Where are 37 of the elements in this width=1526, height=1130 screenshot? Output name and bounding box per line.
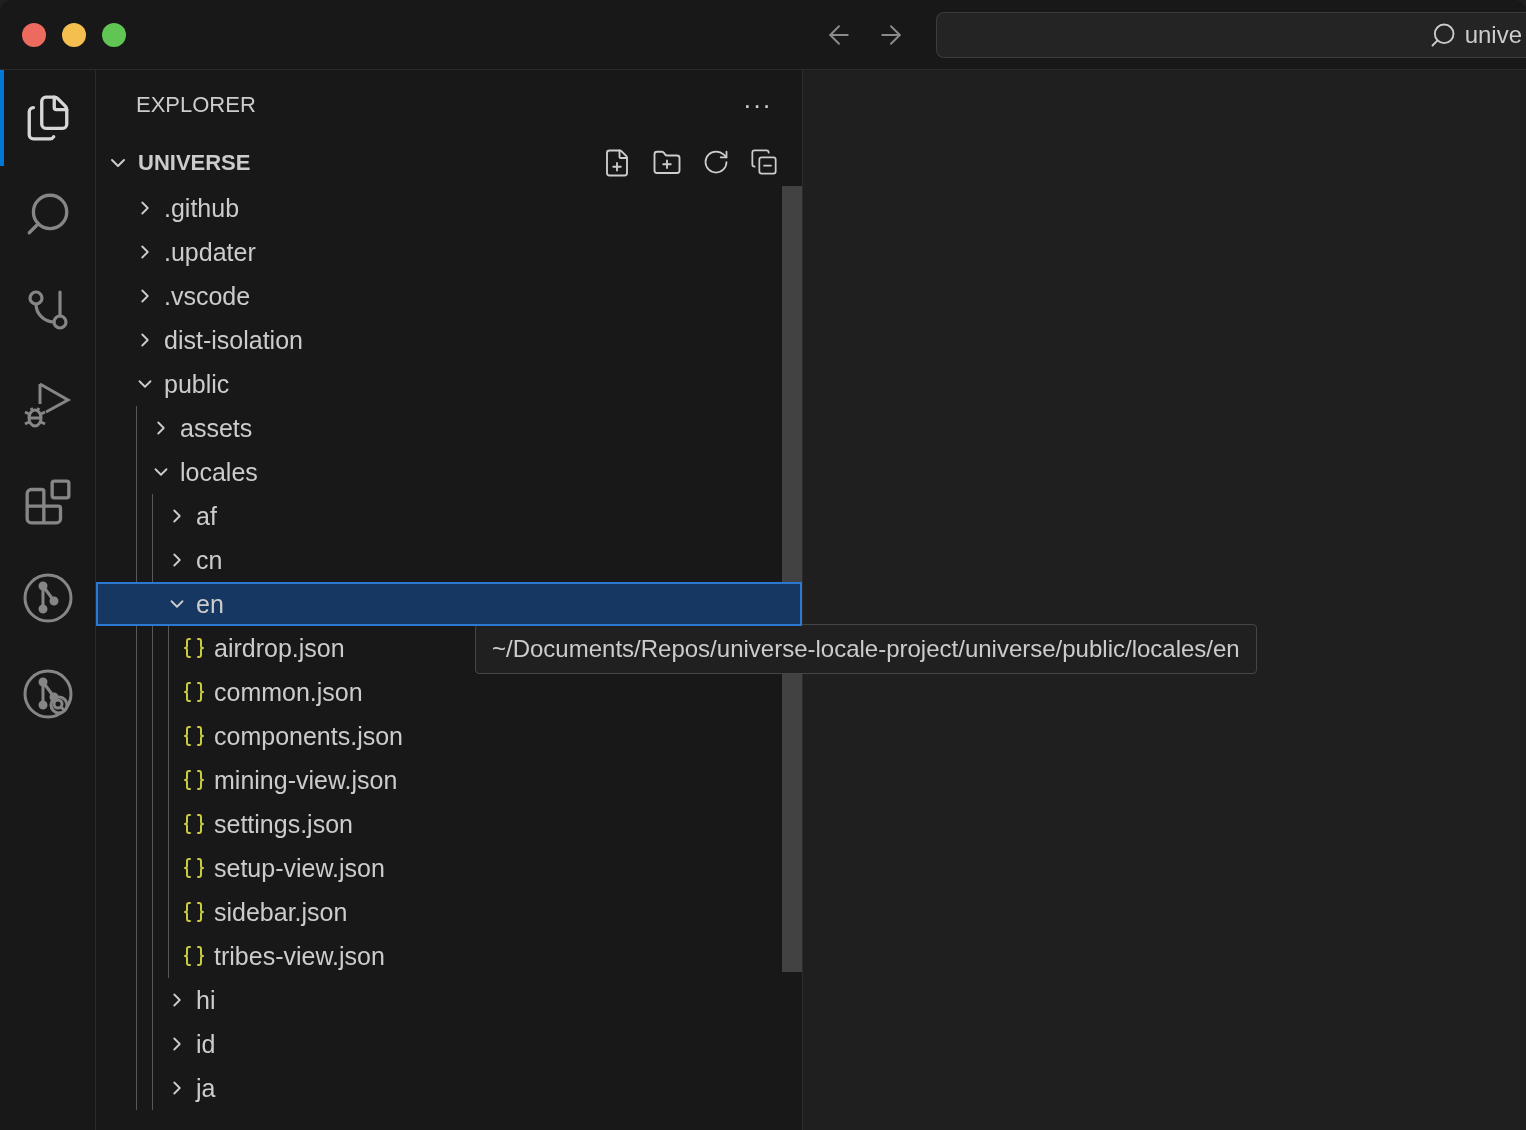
folder-header[interactable]: UNIVERSE bbox=[96, 140, 802, 186]
panel-title: EXPLORER bbox=[136, 92, 256, 118]
tree-item[interactable]: sidebar.json bbox=[96, 890, 782, 934]
tree-item[interactable]: locales bbox=[96, 450, 782, 494]
tree-item[interactable]: components.json bbox=[96, 714, 782, 758]
minimize-button[interactable] bbox=[62, 22, 86, 47]
tree-item[interactable]: setup-view.json bbox=[96, 846, 782, 890]
more-actions-button[interactable]: ··· bbox=[743, 89, 772, 121]
tree-item[interactable]: .updater bbox=[96, 230, 782, 274]
tree-item[interactable]: hi bbox=[96, 978, 782, 1022]
tree-item[interactable]: public bbox=[96, 362, 782, 406]
collapse-all-icon[interactable] bbox=[750, 148, 778, 176]
tree-item[interactable]: af bbox=[96, 494, 782, 538]
json-braces-icon bbox=[182, 724, 206, 748]
tree-item[interactable]: id bbox=[96, 1022, 782, 1066]
maximize-button[interactable] bbox=[102, 22, 126, 47]
close-button[interactable] bbox=[22, 22, 46, 47]
tree-item[interactable]: cn bbox=[96, 538, 782, 582]
tree-item[interactable]: tribes-view.json bbox=[96, 934, 782, 978]
tree-item[interactable]: mining-view.json bbox=[96, 758, 782, 802]
tree-item[interactable]: .vscode bbox=[96, 274, 782, 318]
tree-item[interactable]: settings.json bbox=[96, 802, 782, 846]
json-braces-icon bbox=[182, 944, 206, 968]
json-braces-icon bbox=[182, 856, 206, 880]
tree-item[interactable]: dist-isolation bbox=[96, 318, 782, 362]
refresh-icon[interactable] bbox=[702, 148, 730, 176]
json-braces-icon bbox=[182, 636, 206, 660]
json-braces-icon bbox=[182, 900, 206, 924]
tree-item[interactable]: en bbox=[96, 582, 802, 626]
tree-item[interactable]: assets bbox=[96, 406, 782, 450]
json-braces-icon bbox=[182, 768, 206, 792]
tree-item[interactable]: ja bbox=[96, 1066, 782, 1110]
json-braces-icon bbox=[182, 680, 206, 704]
path-tooltip: ~/Documents/Repos/universe-locale-project/universe/public/locales/en bbox=[475, 624, 1257, 674]
search-field[interactable]: unive bbox=[936, 11, 1526, 58]
tree-item[interactable]: .github bbox=[96, 186, 782, 230]
json-braces-icon bbox=[182, 812, 206, 836]
